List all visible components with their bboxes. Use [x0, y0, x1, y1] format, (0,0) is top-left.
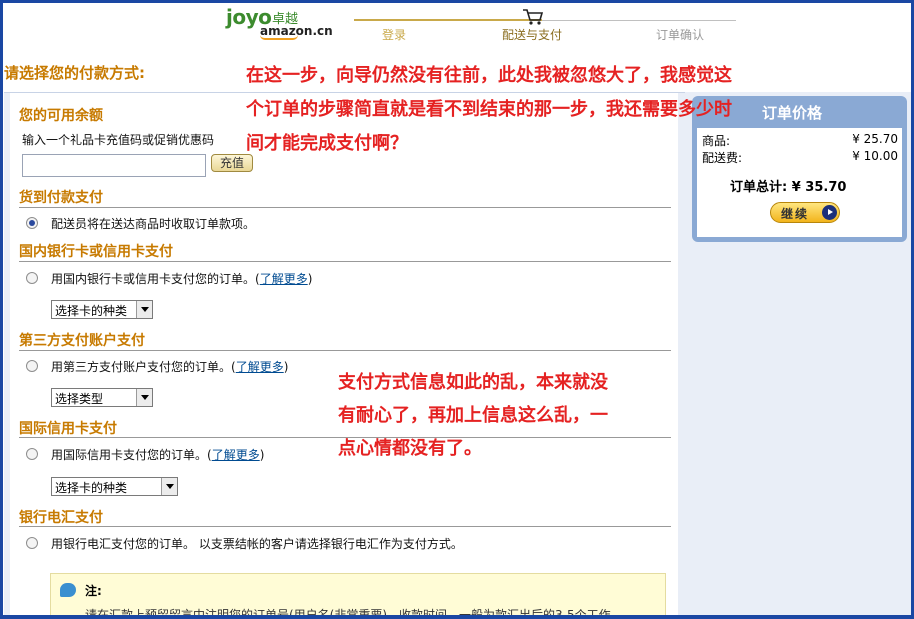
intl-card-option: 用国际信用卡支付您的订单。(了解更多) [51, 446, 264, 463]
chevron-down-icon[interactable] [161, 478, 177, 495]
bank-transfer-section-title: 银行电汇支付 [19, 510, 103, 526]
third-party-section-title: 第三方支付账户支付 [19, 333, 145, 349]
intl-card-type-select[interactable]: 选择卡的种类 [51, 477, 178, 496]
intl-card-close-paren: ) [259, 448, 265, 462]
continue-button[interactable]: 继续 [770, 202, 840, 223]
gift-code-input[interactable] [22, 154, 206, 177]
annotation-middle: 支付方式信息如此的乱，本来就没 有耐心了，再加上信息这么乱，一 点心情都没有了。 [338, 366, 608, 465]
bank-transfer-note: 注: 请在汇款上预留留言中注明您的订单号(用户名(非常重要)。收款时间，一般为款… [50, 573, 666, 619]
logo-smile [260, 35, 298, 40]
intl-card-select-value: 选择卡的种类 [55, 481, 128, 495]
domestic-card-type-select[interactable]: 选择卡的种类 [51, 300, 153, 319]
third-party-select-value: 选择类型 [55, 392, 104, 406]
speech-bubble-icon [60, 583, 76, 597]
intl-card-option-text: 用国际信用卡支付您的订单。( [51, 448, 212, 462]
order-total: 订单总计: ¥ 35.70 [730, 176, 846, 195]
domestic-card-option-text: 用国内银行卡或信用卡支付您的订单。( [51, 272, 260, 286]
third-party-learn-more-link[interactable]: 了解更多 [236, 360, 284, 374]
bank-transfer-divider [19, 526, 671, 527]
domestic-card-section-title: 国内银行卡或信用卡支付 [19, 244, 173, 260]
annotation-top-line: 间才能完成支付啊？ [246, 133, 408, 154]
third-party-option-text: 用第三方支付账户支付您的订单。( [51, 360, 236, 374]
note-text: 请在汇款上预留留言中注明您的订单号(用户名(非常重要)。收款时间，一般为款汇出后… [85, 608, 611, 619]
intl-card-learn-more-link[interactable]: 了解更多 [212, 448, 260, 462]
chevron-down-icon[interactable] [136, 389, 152, 406]
page-title: 请选择您的付款方式: [4, 64, 145, 82]
domestic-card-learn-more-link[interactable]: 了解更多 [260, 272, 308, 286]
annotation-top-line: 个订单的步骤简直就是看不到结束的那一步，我还需要多少时 [246, 99, 732, 120]
cart-icon [523, 9, 544, 25]
progress-line-done [354, 19, 542, 21]
total-label: 订单总计: [730, 180, 788, 195]
joyo-amazon-logo[interactable]: joyo 卓越 amazon.cn [226, 5, 333, 40]
note-title: 注: [85, 584, 102, 598]
domestic-card-radio[interactable] [26, 272, 38, 284]
domestic-card-option: 用国内银行卡或信用卡支付您的订单。(了解更多) [51, 270, 312, 287]
domestic-card-divider [19, 261, 671, 262]
annotation-top: 在这一步，向导仍然没有往前，此处我被忽悠大了，我感觉这 个订单的步骤简直就是看不… [246, 59, 732, 161]
chevron-down-icon[interactable] [136, 301, 152, 318]
arrow-right-icon [822, 205, 837, 220]
third-party-option: 用第三方支付账户支付您的订单。(了解更多) [51, 358, 288, 375]
shipping-value: ¥ 10.00 [852, 149, 898, 163]
third-party-radio[interactable] [26, 360, 38, 372]
items-value: ¥ 25.70 [852, 132, 898, 146]
balance-section-title: 您的可用余额 [19, 108, 103, 124]
cod-radio[interactable] [26, 217, 38, 229]
domestic-card-select-value: 选择卡的种类 [55, 304, 128, 318]
order-price-title: 订单价格 [762, 104, 823, 122]
annotation-middle-line: 支付方式信息如此的乱，本来就没 [338, 372, 608, 393]
cod-section-title: 货到付款支付 [19, 190, 103, 206]
intl-card-radio[interactable] [26, 448, 38, 460]
cod-divider [19, 207, 671, 208]
third-party-type-select[interactable]: 选择类型 [51, 388, 153, 407]
domestic-card-close-paren: ) [307, 272, 313, 286]
balance-prompt: 输入一个礼品卡充值码或促销优惠码 [22, 133, 215, 147]
intl-card-section-title: 国际信用卡支付 [19, 421, 117, 437]
progress-line-todo [542, 20, 736, 21]
annotation-middle-line: 点心情都没有了。 [338, 438, 482, 459]
total-value: ¥ 35.70 [791, 180, 847, 195]
checkout-progress: 登录 配送与支付 订单确认 [354, 9, 736, 44]
third-party-divider [19, 350, 671, 351]
step-shipping-payment: 配送与支付 [502, 28, 563, 42]
bank-transfer-radio[interactable] [26, 537, 38, 549]
step-login: 登录 [382, 28, 407, 42]
third-party-close-paren: ) [283, 360, 289, 374]
annotation-top-line: 在这一步，向导仍然没有往前，此处我被忽悠大了，我感觉这 [246, 65, 732, 86]
cod-option-text: 配送员将在送达商品时收取订单款项。 [51, 217, 256, 231]
bank-transfer-option-text: 用银行电汇支付您的订单。 以支票结帐的客户请选择银行电汇作为支付方式。 [51, 537, 463, 551]
continue-label: 继续 [781, 207, 810, 221]
annotation-middle-line: 有耐心了，再加上信息这么乱，一 [338, 405, 608, 426]
step-order-confirm: 订单确认 [656, 28, 705, 42]
